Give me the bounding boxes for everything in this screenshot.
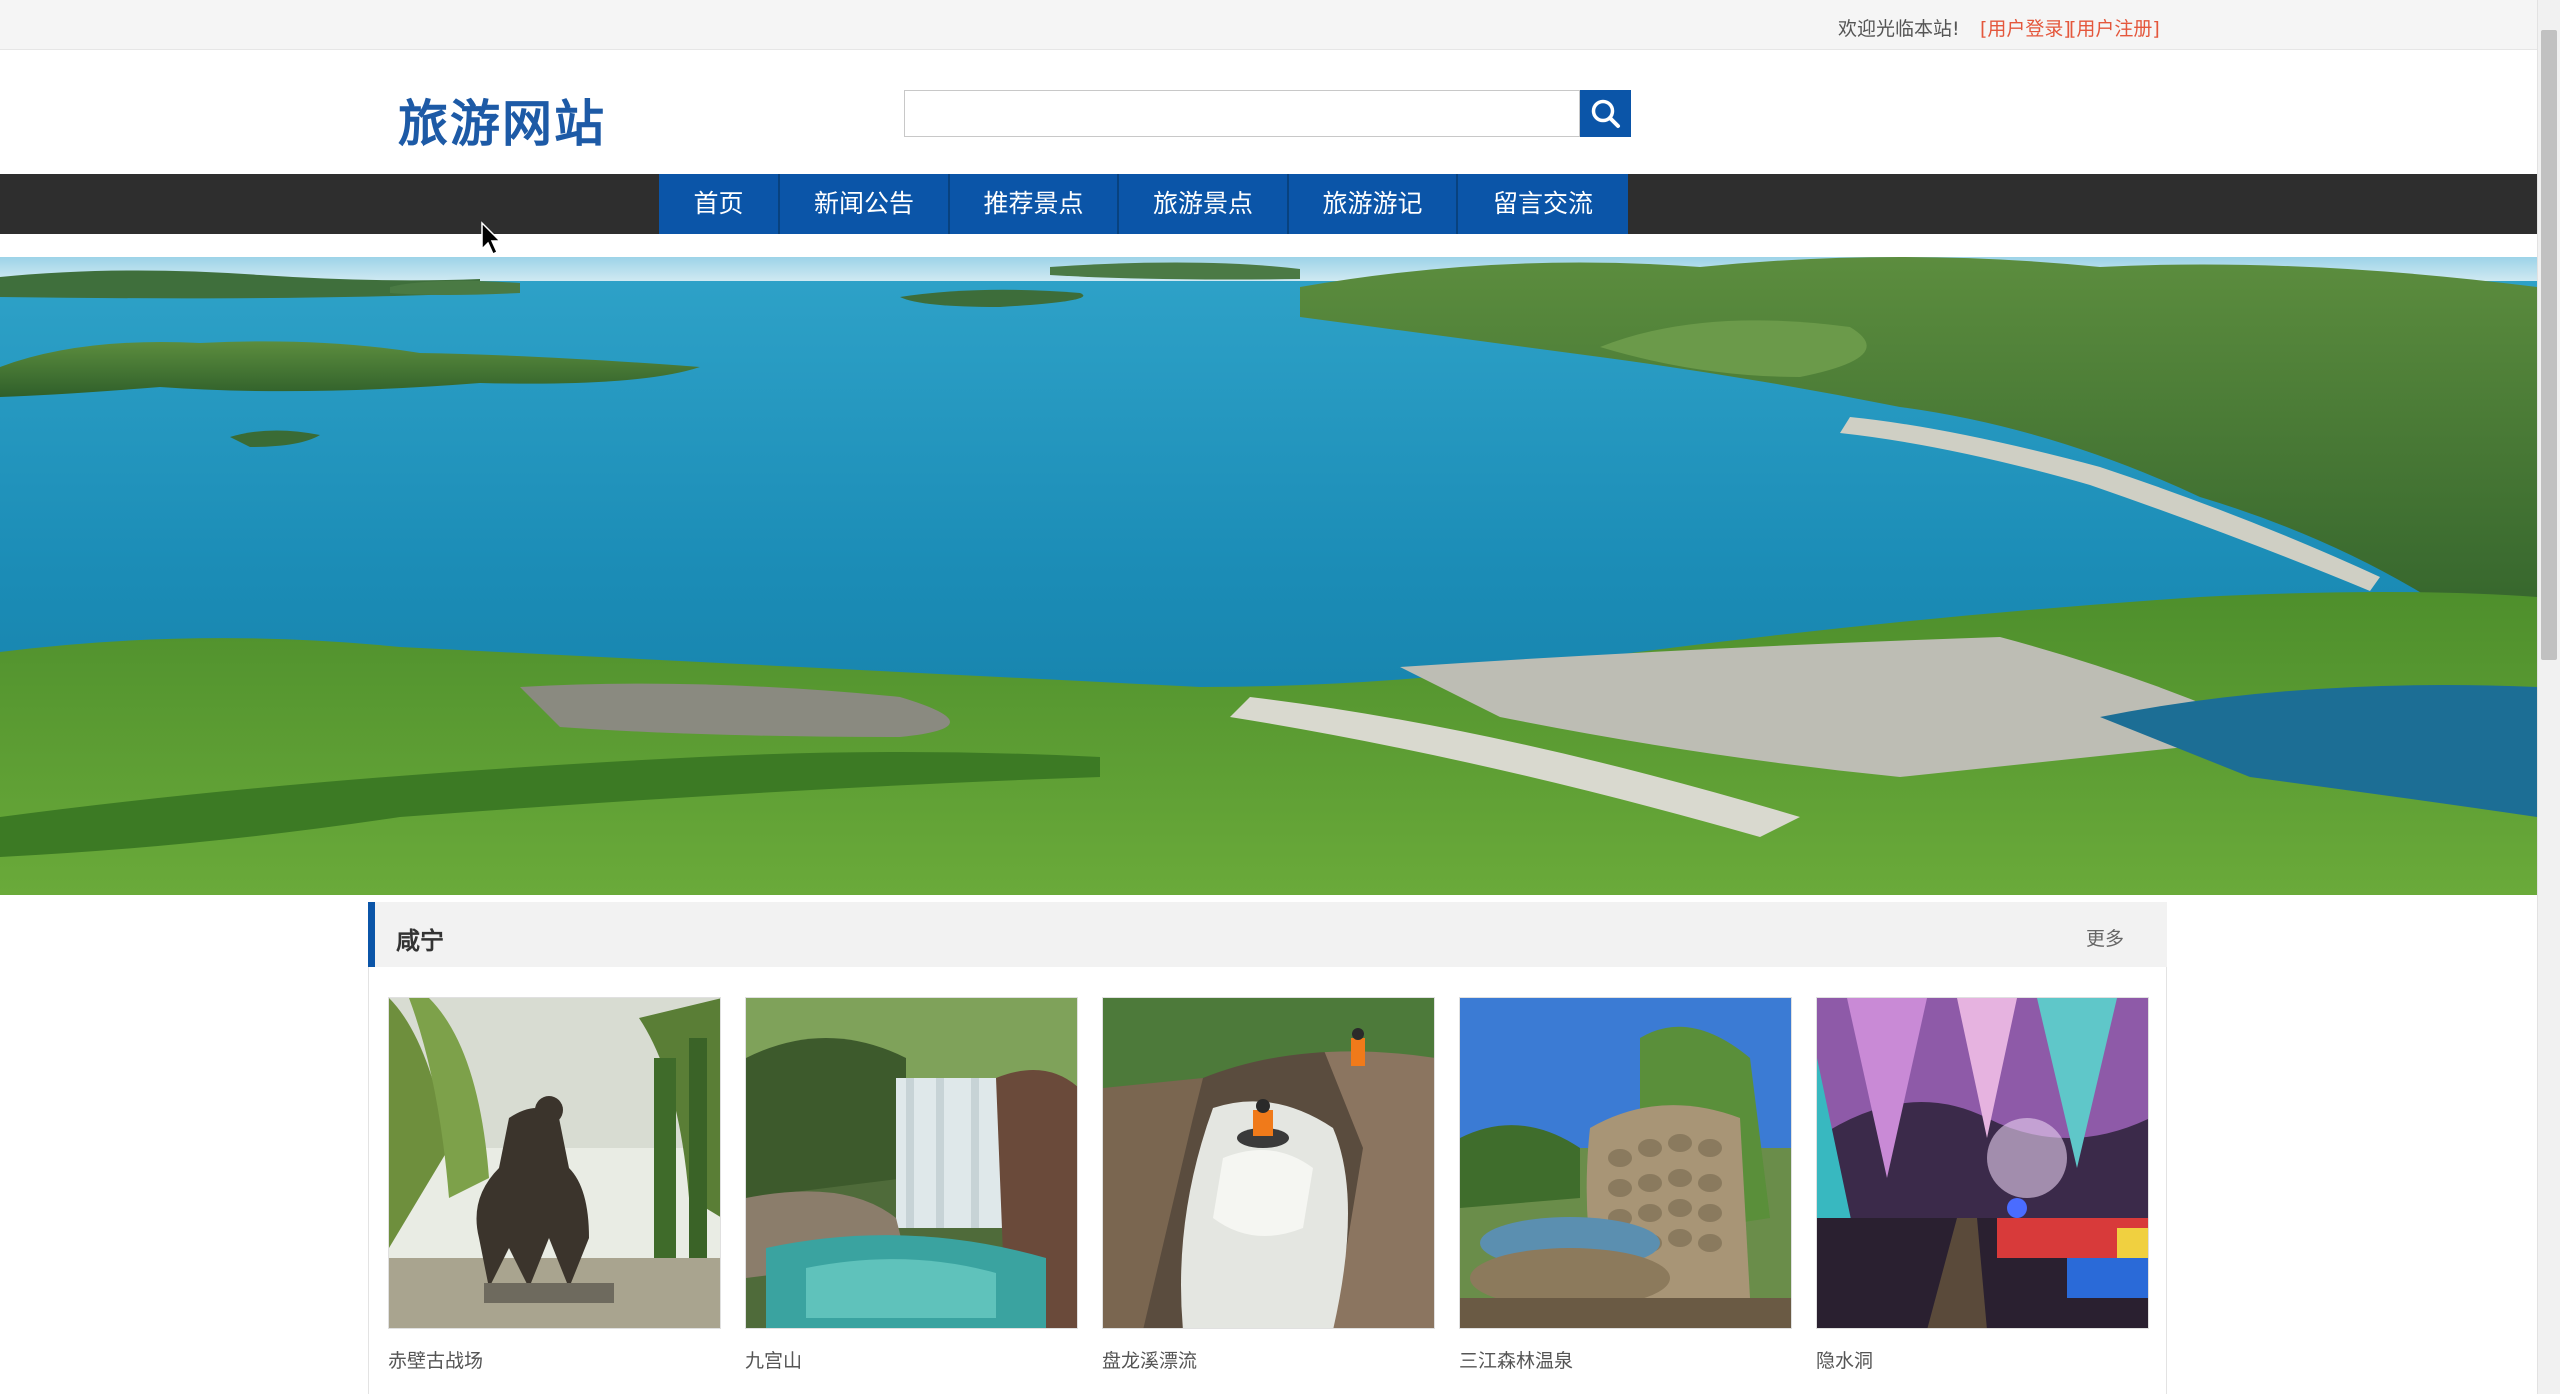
search-input[interactable] xyxy=(904,90,1580,137)
site-logo[interactable]: 旅游网站 xyxy=(398,84,606,156)
spot-card-panlong[interactable] xyxy=(1102,997,1435,1329)
nav-news-label: 新闻公告 xyxy=(813,189,914,218)
section-more-link[interactable]: 更多 xyxy=(2086,924,2124,951)
search-button[interactable] xyxy=(1580,90,1631,137)
section-header xyxy=(368,902,2167,967)
spot-image-jiugong xyxy=(746,998,1077,1328)
spot-image-sanjiang xyxy=(1460,998,1791,1328)
user-register-link[interactable]: [用户注册] xyxy=(2069,14,2160,41)
welcome-text: 欢迎光临本站! xyxy=(1838,18,1960,40)
spot-label-yinshui[interactable]: 隐水洞 xyxy=(1816,1346,1873,1373)
nav-messages[interactable]: 留言交流 xyxy=(1458,174,1628,234)
top-bar: 欢迎光临本站! [用户登录] [用户注册] xyxy=(0,0,2537,50)
nav-home-label: 首页 xyxy=(693,189,744,218)
nav-recommended-spots[interactable]: 推荐景点 xyxy=(950,174,1119,234)
nav-travel-notes-label: 旅游游记 xyxy=(1322,189,1423,218)
spot-label-panlong[interactable]: 盘龙溪漂流 xyxy=(1102,1346,1197,1373)
nav-messages-label: 留言交流 xyxy=(1492,189,1593,218)
spot-label-sanjiang[interactable]: 三江森林温泉 xyxy=(1459,1346,1573,1373)
section-title: 咸宁 xyxy=(396,927,444,955)
nav-travel-notes[interactable]: 旅游游记 xyxy=(1289,174,1458,234)
spot-card-chibi[interactable] xyxy=(388,997,721,1329)
spot-image-yinshui xyxy=(1817,998,2148,1328)
spot-card-yinshui[interactable] xyxy=(1816,997,2149,1329)
nav-tourist-spots-label: 旅游景点 xyxy=(1152,189,1253,218)
spot-label-chibi[interactable]: 赤壁古战场 xyxy=(388,1346,483,1373)
nav-home[interactable]: 首页 xyxy=(659,174,780,234)
nav-recommended-spots-label: 推荐景点 xyxy=(983,189,1084,218)
banner-slider[interactable] xyxy=(0,257,2537,895)
spot-card-jiugong[interactable] xyxy=(745,997,1078,1329)
banner-image xyxy=(0,257,2537,895)
spot-image-panlong xyxy=(1103,998,1434,1328)
search-icon xyxy=(1591,99,1620,128)
spot-image-chibi xyxy=(389,998,720,1328)
nav-tourist-spots[interactable]: 旅游景点 xyxy=(1119,174,1289,234)
nav-news[interactable]: 新闻公告 xyxy=(780,174,950,234)
mouse-cursor-icon xyxy=(481,221,502,256)
user-login-link[interactable]: [用户登录] xyxy=(1980,14,2071,41)
spot-card-sanjiang[interactable] xyxy=(1459,997,1792,1329)
spot-label-jiugong[interactable]: 九宫山 xyxy=(745,1346,802,1373)
scrollbar-thumb[interactable] xyxy=(2541,30,2557,660)
